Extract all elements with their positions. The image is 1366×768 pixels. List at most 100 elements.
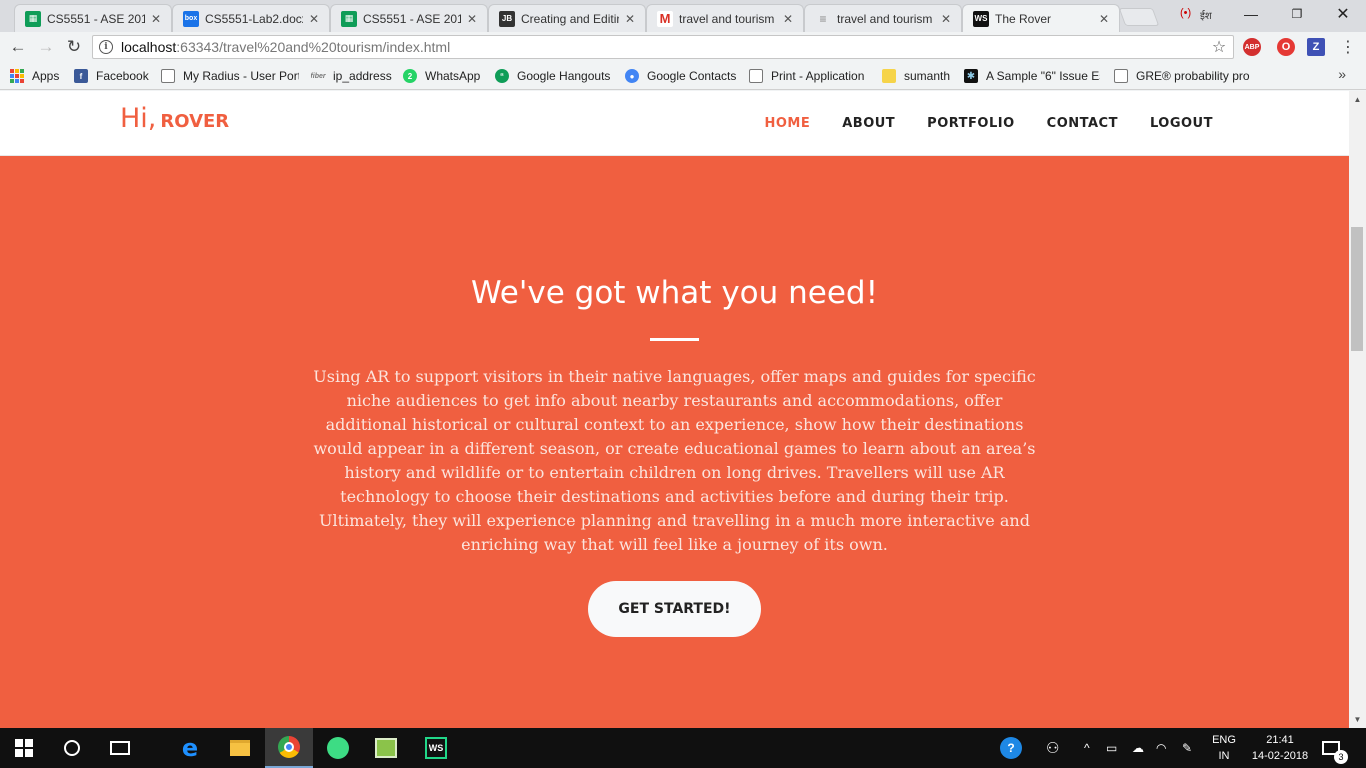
taskbar-app[interactable]	[362, 728, 410, 768]
clock-date: 14-02-2018	[1251, 750, 1309, 762]
page-icon	[1114, 69, 1128, 83]
show-hidden-icons[interactable]: ^	[1084, 728, 1090, 768]
bookmarks-bar: Apps f Facebook My Radius - User Portal …	[0, 62, 1366, 90]
profile-icon[interactable]: (•)	[1180, 7, 1191, 19]
bookmark-label: Google Hangouts	[517, 69, 611, 83]
pen-icon[interactable]: ✎	[1182, 728, 1192, 768]
chrome-icon	[278, 736, 300, 758]
taskbar-edge[interactable]: e	[166, 728, 214, 768]
taskbar-chrome[interactable]	[265, 728, 313, 768]
adblock-icon[interactable]: ABP	[1243, 38, 1261, 56]
browser-tab-1[interactable]: box CS5551-Lab2.docx ✕	[172, 4, 330, 32]
bookmark-facebook[interactable]: f Facebook	[74, 67, 154, 85]
close-icon[interactable]: ✕	[623, 12, 637, 26]
taskbar-webstorm[interactable]: WS	[412, 728, 460, 768]
bookmark-label: Facebook	[96, 69, 149, 83]
bookmark-gre-probability[interactable]: GRE® probability problems	[1114, 67, 1250, 85]
clock-time: 21:41	[1266, 734, 1294, 746]
bookmarks-overflow-button[interactable]: »	[1338, 66, 1346, 82]
whatsapp-icon: 2	[403, 69, 417, 83]
windows-taskbar: e WS ? ⚇ ^ ▭ ☁ ◠ ✎ ENG IN 21:41 14-02-20…	[0, 728, 1366, 768]
url-text[interactable]: localhost:63343/travel%20and%20tourism/i…	[121, 39, 1209, 55]
bookmark-google-hangouts[interactable]: “ Google Hangouts	[495, 67, 615, 85]
site-menu: HOME ABOUT PORTFOLIO CONTACT LOGOUT	[732, 116, 1213, 131]
page-scrollbar[interactable]: ▲ ▼	[1349, 91, 1366, 728]
bookmark-star-icon[interactable]: ☆	[1209, 37, 1229, 57]
get-started-button[interactable]: GET STARTED!	[588, 581, 761, 637]
app-icon	[375, 738, 397, 758]
snowflake-icon: ✱	[964, 69, 978, 83]
bookmark-sample-essay[interactable]: ✱ A Sample "6" Issue Essay	[964, 67, 1100, 85]
taskbar-android-studio[interactable]	[314, 728, 362, 768]
people-icon[interactable]: ⚇	[1046, 728, 1059, 768]
task-view-button[interactable]	[96, 728, 144, 768]
bookmark-ip-address[interactable]: fiber ip_address	[311, 67, 393, 85]
browser-tab-0[interactable]: ▦ CS5551 - ASE 2018 ✕	[14, 4, 172, 32]
menu-icon[interactable]: ⋮	[1338, 37, 1358, 57]
windows-logo-icon	[15, 739, 33, 757]
close-icon[interactable]: ✕	[465, 12, 479, 26]
nav-link-contact[interactable]: CONTACT	[1047, 116, 1118, 131]
back-button[interactable]: ←	[8, 37, 28, 57]
bookmark-label: Google Contacts	[647, 69, 737, 83]
nav-link-portfolio[interactable]: PORTFOLIO	[927, 116, 1014, 131]
language-code: ENG	[1212, 734, 1236, 746]
forward-button[interactable]: →	[36, 37, 56, 57]
bookmark-sumanth[interactable]: sumanth	[882, 67, 954, 85]
facebook-icon: f	[74, 69, 88, 83]
close-icon[interactable]: ✕	[1097, 12, 1111, 26]
windows-start-button[interactable]	[0, 728, 48, 768]
scroll-up-icon[interactable]: ▲	[1349, 91, 1366, 108]
taskbar-file-explorer[interactable]	[216, 728, 264, 768]
bookmark-print-application[interactable]: Print - Application	[749, 67, 871, 85]
close-icon[interactable]: ✕	[781, 12, 795, 26]
tab-title: travel and tourism	[679, 11, 775, 26]
folder-icon	[230, 740, 250, 756]
tab-title: CS5551 - ASE 2018	[363, 11, 461, 26]
search-button[interactable]	[48, 728, 96, 768]
nav-link-about[interactable]: ABOUT	[842, 116, 895, 131]
info-icon[interactable]: i	[99, 40, 113, 54]
browser-tab-3[interactable]: JB Creating and Editing ✕	[488, 4, 646, 32]
address-bar[interactable]: i localhost:63343/travel%20and%20tourism…	[92, 35, 1234, 59]
zotero-icon[interactable]: Z	[1307, 38, 1325, 56]
bookmark-my-radius[interactable]: My Radius - User Portal	[161, 67, 299, 85]
wifi-icon[interactable]: ◠	[1156, 728, 1166, 768]
bookmark-google-contacts[interactable]: ● Google Contacts	[625, 67, 739, 85]
reload-button[interactable]: ↻	[64, 37, 84, 57]
hero-description: Using AR to support visitors in their na…	[313, 367, 1036, 554]
bookmark-apps[interactable]: Apps	[10, 67, 66, 85]
close-window-button[interactable]: ✕	[1320, 0, 1366, 28]
onedrive-icon[interactable]: ☁	[1132, 728, 1144, 768]
opera-icon[interactable]: O	[1277, 38, 1295, 56]
language-indicator[interactable]: ENG IN	[1210, 732, 1238, 764]
browser-tab-4[interactable]: M travel and tourism ✕	[646, 4, 804, 32]
nav-link-home[interactable]: HOME	[764, 116, 810, 131]
new-tab-button[interactable]	[1118, 8, 1160, 26]
action-center-button[interactable]: 3	[1322, 728, 1348, 768]
site-navbar: Hi, ROVER HOME ABOUT PORTFOLIO CONTACT L…	[0, 91, 1349, 156]
scroll-down-icon[interactable]: ▼	[1349, 711, 1366, 728]
help-icon[interactable]: ?	[1000, 728, 1022, 768]
browser-toolbar: ← → ↻ i localhost:63343/travel%20and%20t…	[0, 32, 1366, 62]
browser-tab-2[interactable]: ▦ CS5551 - ASE 2018 ✕	[330, 4, 488, 32]
minimize-button[interactable]: —	[1228, 0, 1274, 28]
restore-button[interactable]: ❐	[1274, 0, 1320, 28]
scroll-thumb[interactable]	[1351, 227, 1363, 351]
site-brand[interactable]: Hi, ROVER	[120, 103, 229, 134]
close-icon[interactable]: ✕	[149, 12, 163, 26]
browser-tab-5[interactable]: ≡ travel and tourism ✕	[804, 4, 962, 32]
sheets-icon: ▦	[341, 10, 357, 27]
bookmark-whatsapp[interactable]: 2 WhatsApp	[403, 67, 485, 85]
battery-icon[interactable]: ▭	[1106, 728, 1117, 768]
close-icon[interactable]: ✕	[939, 12, 953, 26]
jetbrains-icon: JB	[499, 10, 515, 27]
bookmark-label: My Radius - User Portal	[183, 69, 299, 83]
system-clock[interactable]: 21:41 14-02-2018	[1250, 732, 1310, 764]
bookmark-label: A Sample "6" Issue Essay	[986, 69, 1100, 83]
apps-grid-icon	[10, 69, 24, 83]
nav-link-logout[interactable]: LOGOUT	[1150, 116, 1213, 131]
tab-title: travel and tourism	[837, 11, 933, 26]
close-icon[interactable]: ✕	[307, 12, 321, 26]
browser-tab-active[interactable]: WS The Rover ✕	[962, 4, 1120, 32]
